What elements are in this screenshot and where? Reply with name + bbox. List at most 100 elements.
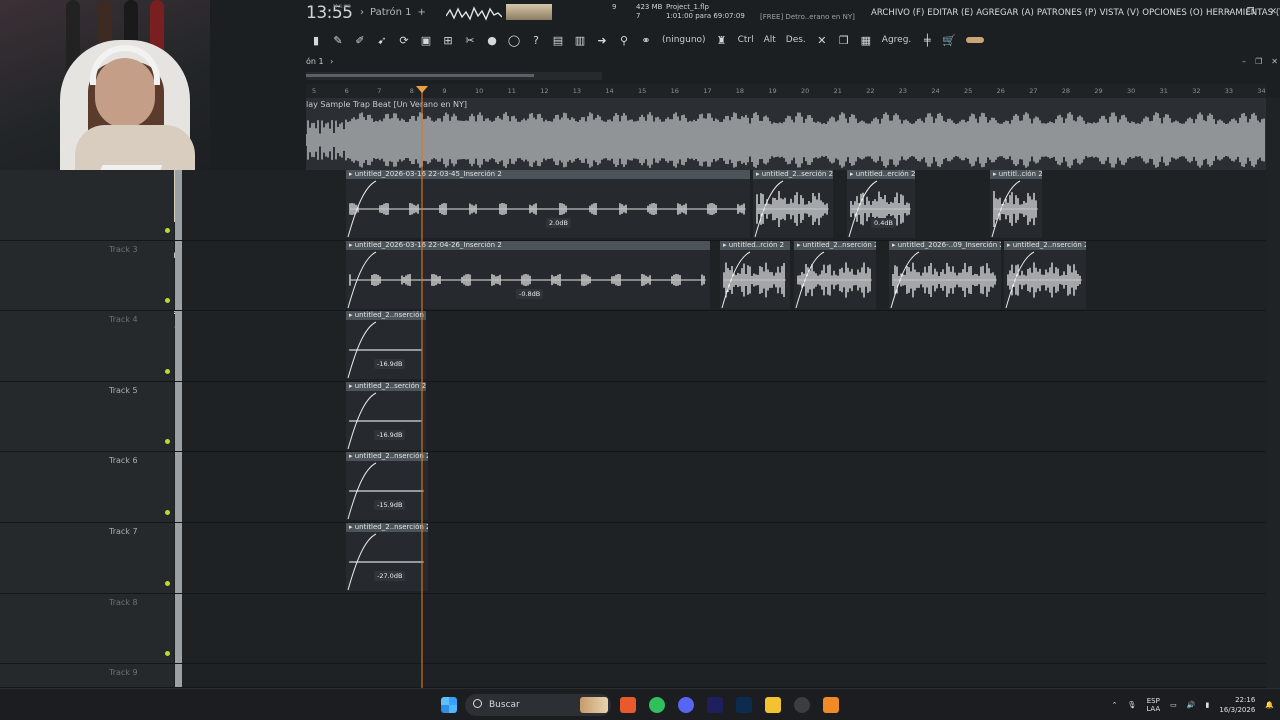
clip-title[interactable]: ▸ untitl..ción 2 (990, 170, 1042, 179)
photoshop-icon[interactable] (736, 697, 752, 713)
piano-roll-icon[interactable]: ▥ (569, 31, 591, 49)
track-mute-led[interactable] (165, 651, 170, 657)
paste-icon[interactable]: ▦ (855, 31, 877, 49)
breadcrumb-arrow-icon[interactable]: › (330, 57, 333, 66)
audio-clip[interactable]: ▸ untitled_2..nserción 2 -16.9dB (346, 311, 426, 380)
brave-browser-icon[interactable] (620, 697, 636, 713)
clip-title[interactable]: ▸ untitled_2..nserción 2 (1004, 240, 1086, 250)
audio-clip[interactable]: ▸ untitled_2..serción 2 -16.9dB (346, 381, 426, 450)
loop-icon[interactable]: ⟳ (393, 31, 415, 49)
audio-clip[interactable]: ▸ untitl..ción 2 (990, 170, 1042, 238)
track-row[interactable]: Track 9 (0, 664, 1266, 689)
audio-clip[interactable]: ▸ untitled..erción 2 0.4dB (847, 170, 915, 238)
close-icon[interactable]: ✕ (1269, 7, 1277, 17)
track-mute-led[interactable] (165, 580, 170, 586)
menu-item[interactable]: EDITAR (E) (927, 8, 973, 18)
brush-tool-icon[interactable]: ✎ (327, 31, 349, 49)
file-explorer-icon[interactable] (765, 697, 781, 713)
ctrl-button[interactable]: Ctrl (733, 35, 759, 45)
timeline-ruler[interactable]: 5 6 7 8 9 10 11 12 13 14 15 16 17 18 19 20 21 22 23 24 25 26 2… (306, 84, 1266, 98)
track-row[interactable]: Track 4 ▸ untitled_2..nserción 2 -16.9dB (0, 311, 1266, 382)
track-header[interactable]: Track 3 (0, 240, 174, 311)
snap-selector[interactable]: (ninguno) (657, 35, 711, 45)
audio-clip[interactable]: ▸ untitled_2..nserción 2 (1004, 240, 1086, 309)
slice-tool-icon[interactable]: ⊞ (437, 31, 459, 49)
windows-start-icon[interactable] (441, 697, 457, 713)
track-header[interactable] (0, 170, 174, 240)
track-row[interactable]: Track 3 ▸ untitled_2026-03-16 22-04-26_In… (0, 240, 1266, 312)
network-icon[interactable]: ▭ (1170, 701, 1177, 709)
track-lane[interactable] (182, 523, 1266, 593)
add-button[interactable]: Agreg. (877, 35, 916, 45)
audio-arrangement-track[interactable]: lay Sample Trap Beat [Un Verano en NY] (306, 98, 1266, 170)
vertical-scrollbar[interactable] (1266, 98, 1280, 688)
clip-title[interactable]: ▸ untitled_2026-03-16 22-03-45_Inserción… (346, 170, 750, 179)
audio-clip[interactable]: ▸ untitled..rción 2 (720, 240, 790, 309)
track-lane[interactable] (182, 381, 1266, 452)
track-header[interactable]: Track 7 (0, 523, 174, 593)
audio-clip[interactable]: ▸ untitled_2..nserción 2 (794, 240, 876, 309)
clip-title[interactable]: ▸ untitled_2..serción 2 (346, 381, 426, 391)
split-icon[interactable]: ╪ (916, 31, 938, 49)
speech-icon[interactable]: ◯ (503, 31, 525, 49)
obs-icon[interactable] (794, 697, 810, 713)
menu-item[interactable]: PATRONES (P) (1037, 8, 1097, 18)
pattern-selector[interactable]: › Patrón 1 + (360, 4, 440, 21)
playhead-marker-icon[interactable] (416, 86, 428, 93)
clip-title[interactable]: ▸ untitled..rción 2 (720, 240, 790, 250)
track-row[interactable]: Track 8 (0, 593, 1266, 665)
track-grip[interactable] (175, 311, 182, 381)
copy-icon[interactable]: ❐ (833, 31, 855, 49)
track-grip[interactable] (175, 664, 182, 688)
tempo-step[interactable]: 9 (612, 3, 616, 11)
chevron-up-icon[interactable]: ⌃ (1112, 701, 1118, 709)
track-header[interactable]: Track 4 (0, 311, 174, 381)
mic-icon[interactable]: ● (481, 31, 503, 49)
premiere-icon[interactable] (707, 697, 723, 713)
add-pattern-icon[interactable]: + (418, 7, 426, 18)
widgets-icon[interactable] (580, 697, 608, 713)
audio-clip[interactable]: ▸ untitled_2026-03-16 22-03-45_Inserción… (346, 170, 750, 238)
track-header[interactable]: Track 9 (0, 664, 174, 688)
track-grip[interactable] (175, 170, 182, 240)
track-row[interactable]: ▸ untitled_2026-03-16 22-03-45_Inserción… (0, 170, 1266, 241)
plugin-icon[interactable]: ⚲ (613, 31, 635, 49)
clip-title[interactable]: ▸ untitled_2026-..09_Inserción 2 (889, 240, 1001, 250)
menu-item[interactable]: OPCIONES (O) (1142, 8, 1203, 18)
microphone-icon[interactable]: 🎙 (1127, 701, 1136, 709)
menu-item[interactable]: VISTA (V) (1100, 8, 1140, 18)
track-lane[interactable] (182, 311, 1266, 381)
audio-clip[interactable]: ▸ untitled_2..nserción 2 -15.9dB (346, 452, 428, 521)
track-grip[interactable] (175, 240, 182, 311)
volume-icon[interactable]: 🔊 (1187, 701, 1196, 709)
battery-icon[interactable]: ▮ (1206, 701, 1210, 709)
minimize-icon[interactable]: – (1227, 7, 1232, 17)
audio-clip[interactable]: ▸ untitled_2..nserción 2 -27.0dB (346, 523, 428, 591)
track-mute-led[interactable] (165, 298, 170, 304)
bridge-icon[interactable] (960, 31, 990, 49)
deselect-button[interactable]: Des. (781, 35, 811, 45)
clip-title[interactable]: ▸ untitled_2..nserción 2 (346, 311, 426, 321)
track-header[interactable]: Track 5 (0, 381, 174, 452)
track-mute-led[interactable] (165, 439, 170, 445)
track-header[interactable]: Track 8 (0, 593, 174, 664)
track-grip[interactable] (175, 452, 182, 522)
link-icon[interactable]: ⚭ (635, 31, 657, 49)
paint-tool-icon[interactable]: ▮ (305, 31, 327, 49)
fl-studio-icon[interactable] (823, 697, 839, 713)
clip-title[interactable]: ▸ untitled_2..nserción 2 (346, 452, 428, 462)
cut-icon[interactable]: ✕ (811, 31, 833, 49)
track-row[interactable]: Track 7 ▸ untitled_2..nserción 2 -27.0dB (0, 523, 1266, 594)
track-lane[interactable] (182, 452, 1266, 522)
cart-icon[interactable]: 🛒 (938, 31, 960, 49)
scrollbar-thumb[interactable] (306, 74, 534, 77)
track-row[interactable]: Track 6 ▸ untitled_2..nserción 2 -15.9dB (0, 452, 1266, 523)
track-lane[interactable] (182, 664, 1266, 688)
menu-item[interactable]: AGREGAR (A) (976, 8, 1034, 18)
track-lane[interactable] (182, 593, 1266, 664)
audio-clip[interactable]: ▸ untitled_2026-..09_Inserción 2 (889, 240, 1001, 309)
language-indicator[interactable]: ESP LAA (1146, 697, 1160, 713)
mixer-icon[interactable]: ♜ (711, 31, 733, 49)
track-grip[interactable] (175, 381, 182, 452)
help-icon[interactable]: ? (525, 31, 547, 49)
